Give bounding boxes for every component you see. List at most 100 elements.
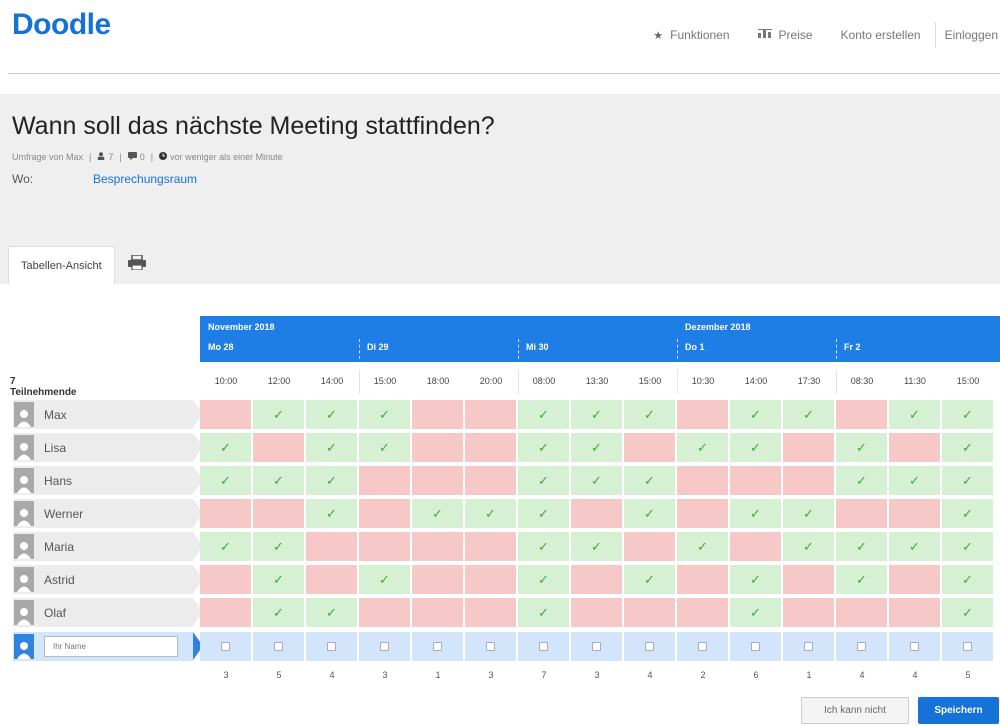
checkmark-icon: ✓ xyxy=(538,505,549,521)
vote-checkbox[interactable] xyxy=(804,642,813,651)
participants-count: 7 xyxy=(108,152,114,162)
checkmark-icon: ✓ xyxy=(750,571,761,587)
vote-yes-cell: ✓ xyxy=(518,466,569,495)
participant-name-label: Werner xyxy=(44,506,84,521)
vote-yes-cell: ✓ xyxy=(783,499,834,528)
time-separator xyxy=(359,370,360,394)
name-input[interactable] xyxy=(44,636,178,657)
checkmark-icon: ✓ xyxy=(909,538,920,554)
checkmark-icon: ✓ xyxy=(591,439,602,455)
vote-checkbox[interactable] xyxy=(274,642,283,651)
checkmark-icon: ✓ xyxy=(326,439,337,455)
save-button[interactable]: Speichern xyxy=(918,697,999,724)
vote-no-cell xyxy=(571,565,622,594)
print-button[interactable] xyxy=(115,246,159,284)
time-label: 12:00 xyxy=(267,376,291,386)
vote-checkbox-cell[interactable] xyxy=(359,632,410,661)
vote-total: 5 xyxy=(276,670,282,680)
vote-checkbox-cell[interactable] xyxy=(836,632,887,661)
vote-checkbox-cell[interactable] xyxy=(571,632,622,661)
vote-no-cell xyxy=(359,532,410,561)
checkmark-icon: ✓ xyxy=(962,538,973,554)
vote-checkbox-cell[interactable] xyxy=(624,632,675,661)
checkmark-icon: ✓ xyxy=(379,571,390,587)
vote-checkbox-cell[interactable] xyxy=(677,632,728,661)
vote-checkbox[interactable] xyxy=(486,642,495,651)
vote-yes-cell: ✓ xyxy=(571,466,622,495)
vote-checkbox[interactable] xyxy=(592,642,601,651)
nav-pricing[interactable]: Preise xyxy=(744,28,827,42)
vote-total: 3 xyxy=(223,670,229,680)
vote-checkbox-cell[interactable] xyxy=(783,632,834,661)
vote-checkbox[interactable] xyxy=(433,642,442,651)
vote-checkbox[interactable] xyxy=(327,642,336,651)
vote-checkbox[interactable] xyxy=(698,642,707,651)
vote-checkbox[interactable] xyxy=(751,642,760,651)
vote-checkbox-cell[interactable] xyxy=(253,632,304,661)
vote-yes-cell: ✓ xyxy=(624,400,675,429)
vote-yes-cell: ✓ xyxy=(518,433,569,462)
checkmark-icon: ✓ xyxy=(538,604,549,620)
checkmark-icon: ✓ xyxy=(538,571,549,587)
checkmark-icon: ✓ xyxy=(220,538,231,554)
checkmark-icon: ✓ xyxy=(909,472,920,488)
cant-attend-button[interactable]: Ich kann nicht xyxy=(801,697,909,724)
checkmark-icon: ✓ xyxy=(697,538,708,554)
vote-yes-cell: ✓ xyxy=(730,598,781,627)
vote-no-cell xyxy=(677,499,728,528)
checkmark-icon: ✓ xyxy=(962,505,973,521)
nav-signup[interactable]: Konto erstellen xyxy=(827,28,935,42)
vote-checkbox[interactable] xyxy=(221,642,230,651)
vote-checkbox-cell[interactable] xyxy=(942,632,993,661)
poll-location[interactable]: Besprechungsraum xyxy=(93,172,197,186)
vote-yes-cell: ✓ xyxy=(518,598,569,627)
vote-checkbox[interactable] xyxy=(910,642,919,651)
clock-icon xyxy=(159,152,168,162)
vote-checkbox[interactable] xyxy=(380,642,389,651)
vote-checkbox[interactable] xyxy=(645,642,654,651)
checkmark-icon: ✓ xyxy=(750,439,761,455)
checkmark-icon: ✓ xyxy=(750,406,761,422)
vote-checkbox-cell[interactable] xyxy=(889,632,940,661)
vote-yes-cell: ✓ xyxy=(836,565,887,594)
vote-checkbox-cell[interactable] xyxy=(412,632,463,661)
checkmark-icon: ✓ xyxy=(538,538,549,554)
nav-login[interactable]: Einloggen xyxy=(936,28,1000,42)
new-participant-row xyxy=(13,632,203,661)
nav-signup-label: Konto erstellen xyxy=(840,28,921,42)
vote-yes-cell: ✓ xyxy=(783,532,834,561)
vote-checkbox-cell[interactable] xyxy=(306,632,357,661)
doodle-logo[interactable]: Doodle xyxy=(12,8,111,42)
vote-no-cell xyxy=(836,499,887,528)
vote-yes-cell: ✓ xyxy=(942,598,993,627)
vote-no-cell xyxy=(677,598,728,627)
time-label: 14:00 xyxy=(744,376,768,386)
checkmark-icon: ✓ xyxy=(962,604,973,620)
vote-no-cell xyxy=(889,499,940,528)
comments-count: 0 xyxy=(139,152,145,162)
time-label: 10:00 xyxy=(214,376,238,386)
user-avatar-icon xyxy=(14,567,34,592)
vote-checkbox-cell[interactable] xyxy=(518,632,569,661)
checkmark-icon: ✓ xyxy=(750,505,761,521)
poll-meta: Umfrage von Max | 7 | 0 | vor weniger al… xyxy=(12,152,283,162)
participant-name-label: Olaf xyxy=(44,605,67,620)
vote-checkbox-cell[interactable] xyxy=(730,632,781,661)
vote-checkbox[interactable] xyxy=(963,642,972,651)
vote-checkbox[interactable] xyxy=(539,642,548,651)
date-header: November 2018 Dezember 2018 Mo 28 Di 29 Mi 3… xyxy=(200,316,1000,362)
checkmark-icon: ✓ xyxy=(485,505,496,521)
vote-no-cell xyxy=(783,433,834,462)
user-avatar-icon xyxy=(14,534,34,559)
vote-no-cell xyxy=(359,466,410,495)
nav-features[interactable]: ★ Funktionen xyxy=(639,28,743,42)
vote-checkbox[interactable] xyxy=(857,642,866,651)
vote-yes-cell: ✓ xyxy=(571,400,622,429)
vote-checkbox-cell[interactable] xyxy=(465,632,516,661)
day-separator xyxy=(836,339,837,359)
top-bar: Doodle ★ Funktionen Preise Konto erstell… xyxy=(0,0,1000,72)
vote-checkbox-cell[interactable] xyxy=(200,632,251,661)
vote-no-cell xyxy=(465,433,516,462)
checkmark-icon: ✓ xyxy=(856,538,867,554)
tab-table-view[interactable]: Tabellen-Ansicht xyxy=(8,246,115,284)
